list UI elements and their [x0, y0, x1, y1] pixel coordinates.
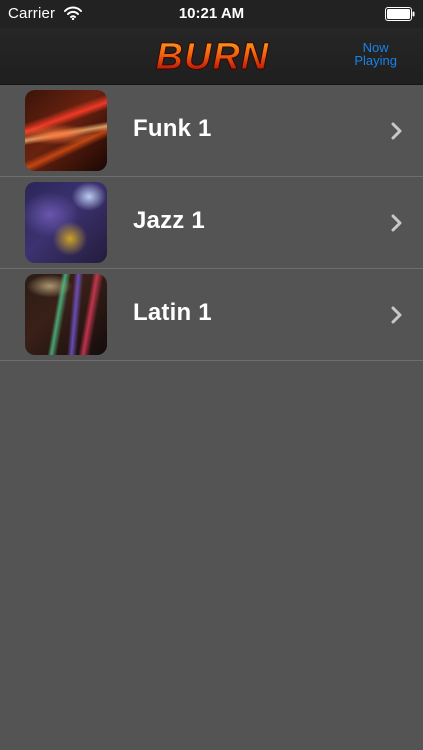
latin-thumbnail [25, 274, 107, 355]
status-bar: Carrier 10:21 AM [0, 0, 423, 28]
burn-logo: BURN [155, 36, 270, 79]
now-playing-button[interactable]: Now Playing [354, 41, 397, 67]
status-time: 10:21 AM [178, 5, 245, 22]
chevron-right-icon [391, 306, 402, 324]
station-list: Funk 1 Jazz 1 Latin 1 [0, 85, 423, 361]
now-playing-label-line2: Playing [354, 53, 397, 68]
list-item-funk[interactable]: Funk 1 [0, 85, 423, 177]
list-item-label: Funk 1 [133, 115, 212, 142]
nav-bar: BURN Now Playing [0, 28, 423, 85]
funk-thumbnail [25, 90, 107, 171]
chevron-right-icon [391, 214, 402, 232]
list-item-latin[interactable]: Latin 1 [0, 269, 423, 361]
jazz-thumbnail [25, 182, 107, 263]
chevron-right-icon [391, 122, 402, 140]
list-item-jazz[interactable]: Jazz 1 [0, 177, 423, 269]
logo-text: BURN [156, 36, 270, 78]
battery-icon [385, 7, 415, 21]
list-item-label: Jazz 1 [133, 207, 205, 234]
list-item-label: Latin 1 [133, 299, 212, 326]
